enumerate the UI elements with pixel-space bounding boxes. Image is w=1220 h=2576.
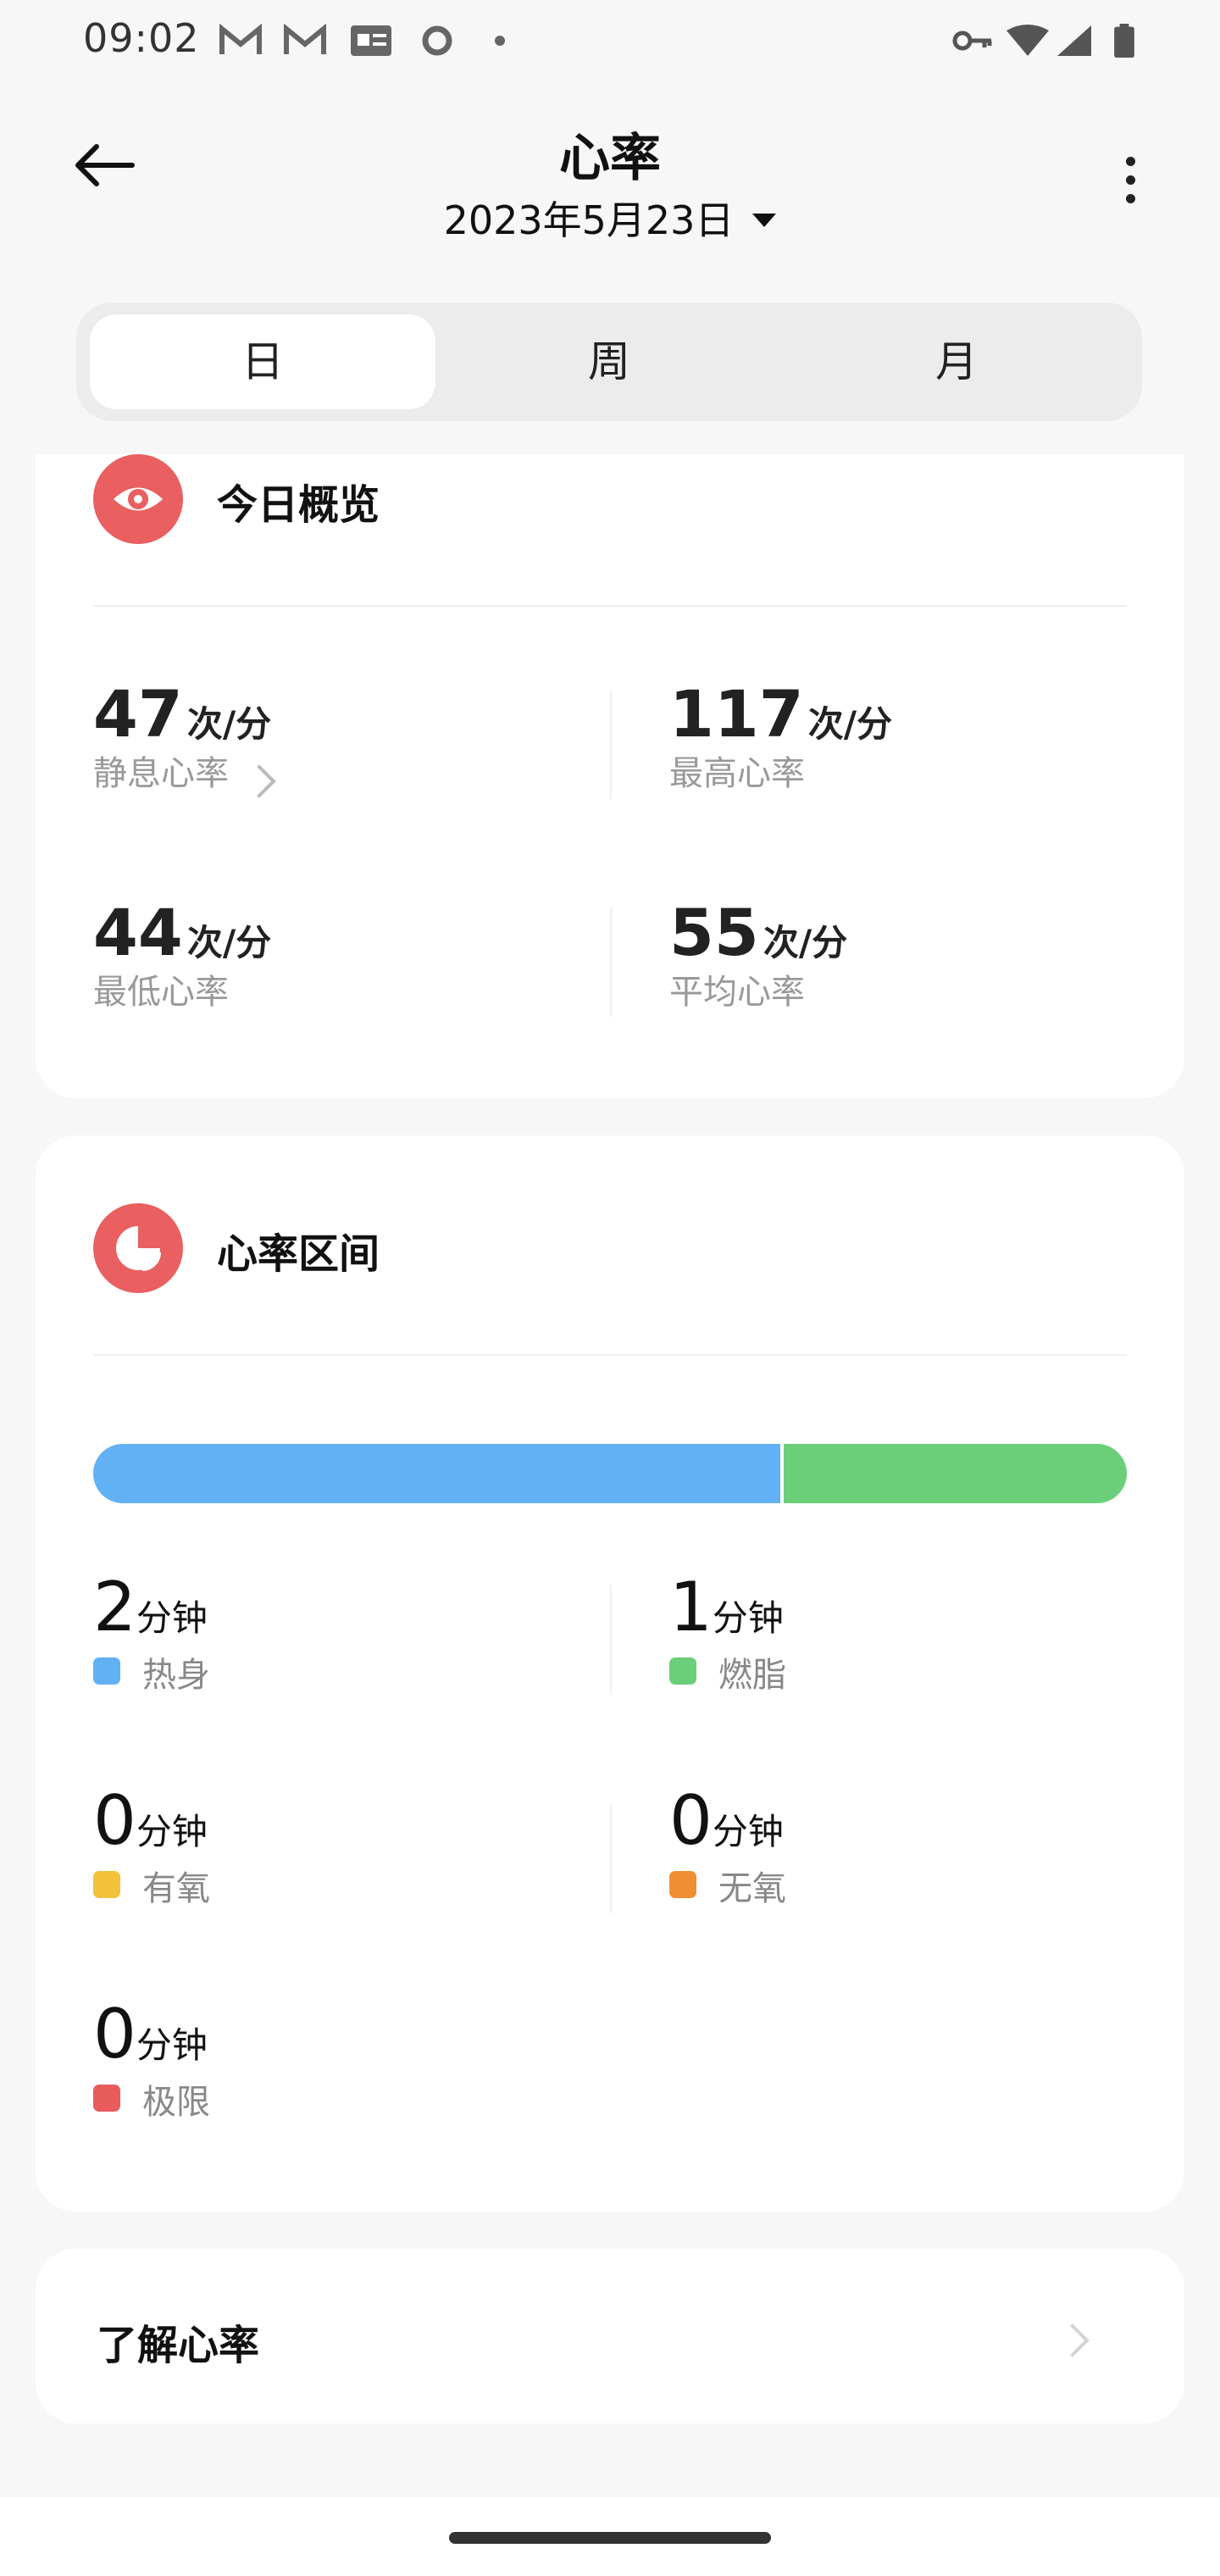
status-bar: 09:02	[0, 0, 1220, 85]
divider	[610, 907, 612, 1017]
zone-distribution-bar	[93, 1444, 1127, 1503]
max-hr-stat: 117 次/分	[669, 676, 892, 752]
tab-week[interactable]: 周	[435, 303, 783, 421]
wifi-icon	[1006, 25, 1049, 56]
avg-hr-unit: 次/分	[762, 922, 848, 963]
page-title: 心率	[559, 129, 661, 188]
min-hr-label: 最低心率	[93, 973, 229, 1012]
divider	[610, 1803, 612, 1913]
zone-value: 0	[93, 1995, 136, 2074]
min-hr-stat: 44 次/分	[93, 895, 271, 970]
pie-icon	[93, 1203, 183, 1293]
resting-hr-value: 47	[93, 676, 183, 752]
gmail-icon	[219, 24, 262, 54]
circle-icon	[422, 25, 452, 56]
gmail-icon	[284, 24, 326, 54]
zone-fatburn-time: 1分钟	[669, 1568, 784, 1646]
divider	[93, 1354, 1127, 1356]
divider	[610, 690, 612, 800]
zone-color-swatch	[669, 1657, 696, 1685]
tab-day[interactable]: 日	[89, 303, 436, 421]
zone-color-swatch	[93, 1657, 120, 1685]
avg-hr-label: 平均心率	[669, 973, 805, 1012]
zones-title: 心率区间	[217, 1230, 380, 1278]
news-icon	[351, 25, 391, 56]
zone-label: 有氧	[142, 1869, 210, 1908]
zone-unit: 分钟	[712, 1597, 784, 1639]
date-label: 2023年5月23日	[443, 197, 735, 243]
max-hr-unit: 次/分	[807, 703, 893, 745]
home-indicator[interactable]	[449, 2532, 771, 2544]
avg-hr-value: 55	[669, 895, 759, 970]
period-tabs: 日 周 月	[76, 303, 1142, 421]
zones-card: 心率区间 2分钟 热身 1分钟 燃脂 0分钟 有氧 0分钟 无氧 0分钟 极限	[36, 1135, 1184, 2212]
zone-value: 0	[93, 1781, 136, 1860]
dropdown-caret-icon	[752, 213, 777, 227]
zone-color-swatch	[93, 2085, 120, 2112]
resting-hr-label: 静息心率	[93, 754, 229, 793]
zone-unit: 分钟	[136, 1811, 208, 1852]
zone-max-time: 0分钟	[93, 1995, 208, 2074]
eye-icon	[93, 454, 183, 544]
signal-icon	[1057, 25, 1091, 56]
zone-label: 燃脂	[718, 1656, 786, 1695]
battery-icon	[1114, 24, 1134, 58]
zone-value: 0	[669, 1781, 713, 1860]
zone-anaerobic-time: 0分钟	[669, 1781, 784, 1860]
resting-hr-stat[interactable]: 47 次/分	[93, 676, 271, 752]
avg-hr-stat: 55 次/分	[669, 895, 847, 970]
zone-label: 无氧	[718, 1869, 786, 1908]
key-icon	[952, 31, 992, 51]
zone-value: 2	[93, 1568, 136, 1646]
chevron-right-icon	[1056, 2323, 1090, 2357]
zone-warmup-time: 2分钟	[93, 1568, 208, 1646]
notification-dot-icon	[495, 36, 505, 46]
zone-unit: 分钟	[712, 1811, 784, 1852]
max-hr-label: 最高心率	[669, 754, 805, 793]
learn-heart-rate-row[interactable]: 了解心率	[36, 2249, 1184, 2423]
tab-month[interactable]: 月	[783, 303, 1130, 421]
divider	[610, 1585, 612, 1695]
more-vert-icon[interactable]	[1118, 151, 1144, 210]
learn-label: 了解心率	[97, 2322, 260, 2369]
zone-bar-segment	[93, 1444, 781, 1503]
zone-color-swatch	[93, 1871, 120, 1898]
zone-aerobic-time: 0分钟	[93, 1781, 208, 1860]
min-hr-unit: 次/分	[186, 922, 272, 963]
zone-label: 热身	[142, 1656, 210, 1695]
zone-value: 1	[669, 1568, 713, 1646]
chevron-right-icon	[242, 764, 276, 798]
overview-card: 今日概览 47 次/分 静息心率 117 次/分 最高心率 44 次/分 最低心…	[36, 454, 1184, 1098]
min-hr-value: 44	[93, 895, 183, 970]
date-selector[interactable]: 2023年5月23日	[0, 190, 1220, 246]
zone-unit: 分钟	[136, 1597, 208, 1639]
divider	[93, 605, 1127, 607]
status-time: 09:02	[83, 15, 200, 61]
zone-unit: 分钟	[136, 2024, 208, 2066]
zone-color-swatch	[669, 1871, 696, 1898]
max-hr-value: 117	[669, 676, 804, 752]
zone-bar-segment	[780, 1444, 1127, 1503]
overview-title: 今日概览	[217, 481, 380, 529]
zone-label: 极限	[142, 2083, 210, 2122]
resting-hr-unit: 次/分	[186, 703, 272, 745]
